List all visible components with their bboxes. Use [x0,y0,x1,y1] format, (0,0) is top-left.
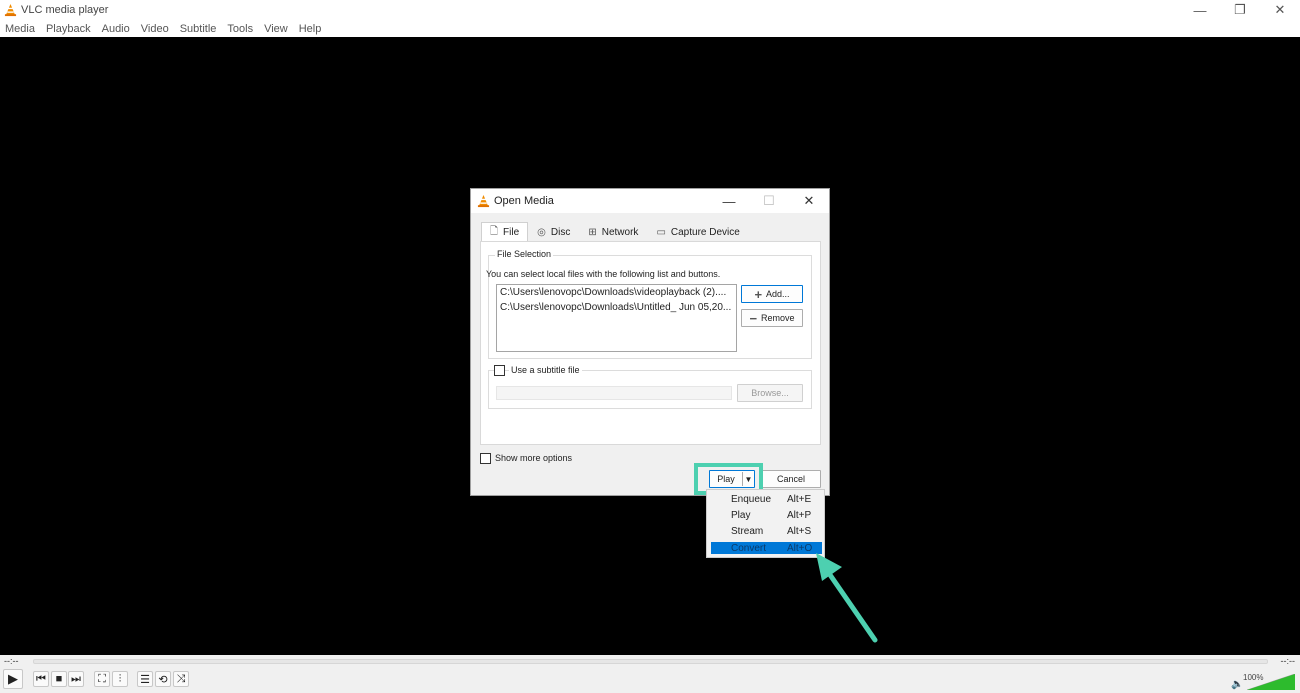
player-controls: --:-- --:-- ▶ ⏮ ■ ⏭ ⛶ ⫶ ☰ ⟲ ⤨ 🔈 100% [0,655,1300,693]
minimize-button[interactable]: — [1180,0,1220,20]
menu-subtitle[interactable]: Subtitle [175,23,223,35]
subtitle-path-field [496,386,732,400]
stop-icon[interactable]: ■ [51,671,67,687]
next-icon[interactable]: ⏭ [68,671,84,687]
play-icon[interactable]: ▶ [3,669,23,689]
window-title: VLC media player [21,4,109,16]
menu-item-shortcut: Alt+E [787,493,812,505]
tab-network-label: Network [601,226,639,238]
open-media-dialog: Open Media — ☐ ✕ 🗋 File ◎ Disc ⊞ Network… [470,188,830,496]
elapsed-time: --:-- [4,656,19,666]
menu-tools[interactable]: Tools [222,23,259,35]
dialog-maximize-button[interactable]: ☐ [749,189,789,213]
capture-device-icon: ▭ [656,226,666,238]
tab-capture-device-label: Capture Device [670,226,740,238]
dialog-tabs: 🗋 File ◎ Disc ⊞ Network ▭ Capture Device [481,222,749,242]
remove-button[interactable]: − Remove [741,309,803,327]
annotation-arrow-icon [816,553,878,643]
menu-item-label: Convert [731,542,767,554]
minus-icon: − [749,310,758,326]
menu-item-play[interactable]: Play Alt+P [711,509,822,521]
dialog-close-button[interactable]: ✕ [789,189,829,213]
restore-button[interactable]: ❐ [1220,0,1260,20]
disc-icon: ◎ [537,226,546,238]
menu-playback[interactable]: Playback [41,23,97,35]
file-icon: 🗋 [490,226,499,237]
playlist-icon[interactable]: ☰ [137,671,153,687]
menu-item-convert[interactable]: Convert Alt+O [711,542,822,554]
menu-item-shortcut: Alt+S [787,525,812,537]
browse-button: Browse... [737,384,803,402]
shuffle-icon[interactable]: ⤨ [173,671,189,687]
menu-bar: Media Playback Audio Video Subtitle Tool… [0,20,1300,37]
tab-network[interactable]: ⊞ Network [579,222,647,242]
menu-item-label: Enqueue [731,493,772,505]
loop-icon[interactable]: ⟲ [155,671,171,687]
add-button-label: Add... [766,289,790,299]
file-selection-hint: You can select local files with the foll… [486,269,721,279]
dialog-title-bar: Open Media — ☐ ✕ [471,189,829,213]
file-list[interactable]: C:\Users\lenovopc\Downloads\videoplaybac… [496,284,737,352]
remove-button-label: Remove [761,313,795,323]
window-title-bar: VLC media player — ❐ ✕ [0,0,1300,20]
show-more-options-label: Show more options [495,453,573,463]
tab-disc-label: Disc [550,226,571,238]
speaker-icon[interactable]: 🔈 [1231,679,1243,690]
use-subtitle-label: Use a subtitle file [509,365,582,375]
network-icon: ⊞ [588,226,597,238]
vlc-cone-icon [477,194,490,207]
add-button[interactable]: + Add... [741,285,803,303]
plus-icon: + [754,286,763,302]
use-subtitle-checkbox[interactable] [494,365,505,376]
tab-file[interactable]: 🗋 File [481,222,529,242]
file-selection-label: File Selection [495,249,554,259]
tab-disc[interactable]: ◎ Disc [528,222,579,242]
seek-slider[interactable] [33,659,1268,664]
tab-file-label: File [503,227,520,238]
show-more-options-checkbox[interactable] [480,453,491,464]
menu-item-label: Stream [731,525,764,537]
menu-view[interactable]: View [259,23,294,35]
menu-item-shortcut: Alt+O [787,542,813,554]
vlc-cone-icon [4,3,17,16]
menu-audio[interactable]: Audio [97,23,136,35]
menu-item-label: Play [731,509,751,521]
menu-video[interactable]: Video [136,23,175,35]
list-item[interactable]: C:\Users\lenovopc\Downloads\videoplaybac… [497,285,736,300]
menu-item-enqueue[interactable]: Enqueue Alt+E [711,493,822,505]
previous-icon[interactable]: ⏮ [33,671,49,687]
extended-settings-icon[interactable]: ⫶ [112,671,128,687]
menu-item-shortcut: Alt+P [787,509,812,521]
close-button[interactable]: ✕ [1260,0,1300,20]
volume-slider[interactable] [1247,674,1295,690]
dialog-title: Open Media [494,195,554,207]
menu-item-stream[interactable]: Stream Alt+S [711,525,822,537]
fullscreen-icon[interactable]: ⛶ [94,671,110,687]
cancel-button[interactable]: Cancel [761,470,821,488]
play-dropdown-menu: Enqueue Alt+E Play Alt+P Stream Alt+S Co… [706,489,825,558]
list-item[interactable]: C:\Users\lenovopc\Downloads\Untitled_ Ju… [497,300,736,315]
tab-capture-device[interactable]: ▭ Capture Device [647,222,748,242]
dialog-minimize-button[interactable]: — [709,189,749,213]
menu-media[interactable]: Media [0,23,41,35]
menu-help[interactable]: Help [294,23,328,35]
total-time: --:-- [1280,656,1296,666]
